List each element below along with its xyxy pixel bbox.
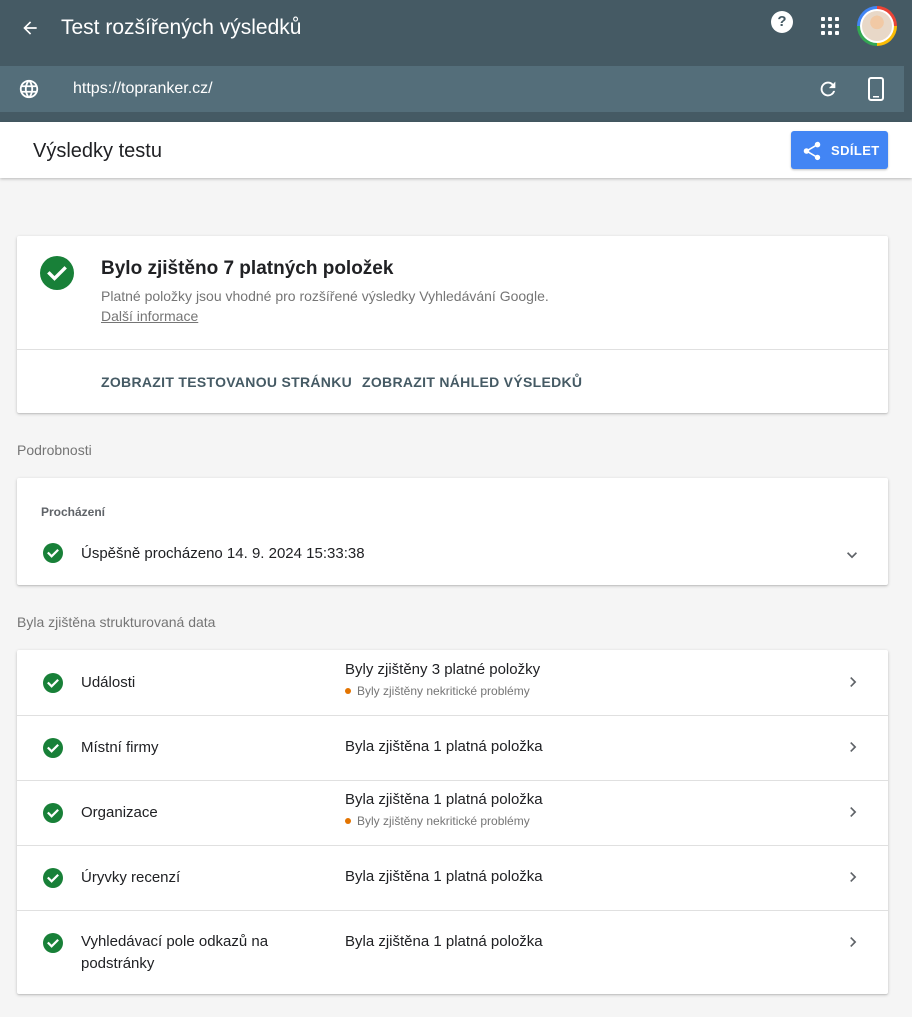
list-item[interactable]: Místní firmy Byla zjištěna 1 platná polo… <box>17 715 888 780</box>
app-title: Test rozšířených výsledků <box>61 16 302 39</box>
app-header: Test rozšířených výsledků ? https://topr… <box>0 0 912 122</box>
avatar[interactable] <box>857 6 897 46</box>
check-circle-icon <box>40 256 74 290</box>
share-button[interactable]: SDÍLET <box>791 131 888 169</box>
back-arrow-icon[interactable] <box>14 12 46 44</box>
chevron-right-icon <box>843 802 863 822</box>
warning-dot-icon <box>345 818 351 824</box>
chevron-down-icon[interactable] <box>842 545 862 565</box>
check-circle-icon <box>43 673 63 693</box>
item-name: Místní firmy <box>81 739 159 756</box>
item-name: Vyhledávací pole odkazů na podstránky <box>81 933 269 972</box>
check-circle-icon <box>43 738 63 758</box>
item-count: Byla zjištěna 1 platná položka <box>345 868 543 885</box>
learn-more-link[interactable]: Další informace <box>101 307 198 325</box>
results-header: Výsledky testu SDÍLET <box>0 122 912 178</box>
crawl-status: Úspěšně procházeno 14. 9. 2024 15:33:38 <box>81 545 365 562</box>
page-title: Výsledky testu <box>33 140 162 162</box>
summary-heading: Bylo zjištěno 7 platných položek <box>101 258 394 279</box>
item-warning: Byly zjištěny nekritické problémy <box>345 683 530 699</box>
chevron-right-icon <box>843 932 863 952</box>
apps-grid-icon[interactable] <box>820 16 840 36</box>
item-name: Úryvky recenzí <box>81 869 181 886</box>
chevron-right-icon <box>843 867 863 887</box>
item-count: Byla zjištěna 1 platná položka <box>345 791 543 808</box>
summary-card: Bylo zjištěno 7 platných položek Platné … <box>17 236 888 413</box>
item-warning-text: Byly zjištěny nekritické problémy <box>357 814 530 828</box>
chevron-right-icon <box>843 672 863 692</box>
item-warning-text: Byly zjištěny nekritické problémy <box>357 684 530 698</box>
list-item[interactable]: Vyhledávací pole odkazů na podstránky By… <box>17 910 888 994</box>
mobile-device-icon[interactable] <box>866 77 886 101</box>
item-name: Organizace <box>81 804 158 821</box>
crawl-card: Procházení Úspěšně procházeno 14. 9. 202… <box>17 478 888 585</box>
chevron-right-icon <box>843 737 863 757</box>
divider <box>17 349 888 350</box>
url-text[interactable]: https://topranker.cz/ <box>73 79 213 99</box>
reload-icon[interactable] <box>817 78 839 100</box>
list-item[interactable]: Úryvky recenzí Byla zjištěna 1 platná po… <box>17 845 888 910</box>
summary-description: Platné položky jsou vhodné pro rozšířené… <box>101 288 549 304</box>
share-icon <box>803 141 821 161</box>
view-tested-page-button[interactable]: ZOBRAZIT TESTOVANOU STRÁNKU <box>101 373 352 391</box>
list-item[interactable]: Události Byly zjištěny 3 platné položky … <box>17 650 888 715</box>
list-item[interactable]: Organizace Byla zjištěna 1 platná položk… <box>17 780 888 845</box>
structured-data-section-label: Byla zjištěna strukturovaná data <box>17 614 216 630</box>
item-name: Události <box>81 674 136 691</box>
check-circle-icon <box>43 868 63 888</box>
item-count: Byly zjištěny 3 platné položky <box>345 661 541 678</box>
check-circle-icon <box>43 803 63 823</box>
structured-data-card: Události Byly zjištěny 3 platné položky … <box>17 650 888 994</box>
item-count: Byla zjištěna 1 platná položka <box>345 738 543 755</box>
item-warning: Byly zjištěny nekritické problémy <box>345 813 530 829</box>
url-bar: https://topranker.cz/ <box>0 66 904 112</box>
check-circle-icon <box>43 933 63 953</box>
globe-icon <box>18 78 40 100</box>
check-circle-icon <box>43 543 63 563</box>
warning-dot-icon <box>345 688 351 694</box>
help-icon[interactable]: ? <box>771 11 793 33</box>
item-count: Byla zjištěna 1 platná položka <box>345 933 543 950</box>
view-result-preview-button[interactable]: ZOBRAZIT NÁHLED VÝSLEDKŮ <box>362 373 582 391</box>
details-section-label: Podrobnosti <box>17 442 92 458</box>
crawl-label: Procházení <box>41 505 106 519</box>
share-label: SDÍLET <box>831 143 880 158</box>
